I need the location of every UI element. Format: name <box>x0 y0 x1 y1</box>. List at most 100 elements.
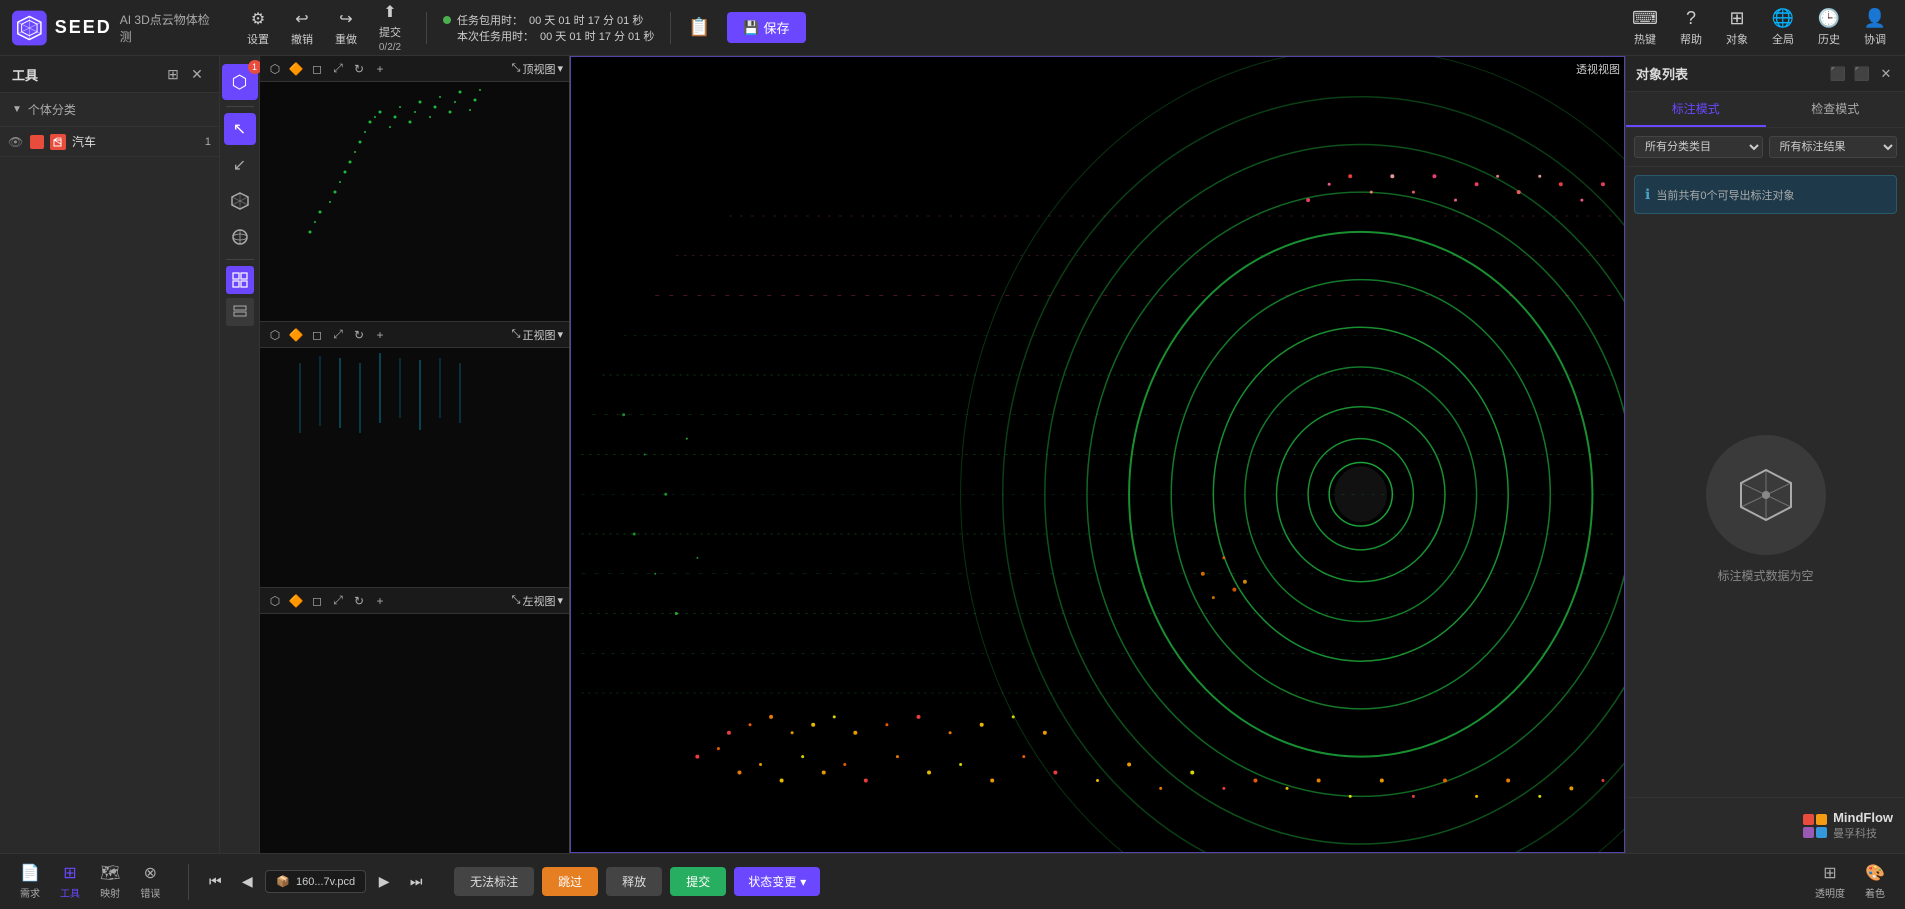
file-icon: 📦 <box>276 875 290 888</box>
top-view-toolbar: ⬡ 🔶 ◻ ⤢ ↻ + ⤡ 顶视图 ▾ <box>260 56 569 82</box>
sphere-tool-button[interactable] <box>224 221 256 253</box>
nav-controls: ⏮ ◀ 📦 160...7v.pcd ▶ ⏭ <box>201 868 430 896</box>
object-list-item[interactable]: 👁 汽车 1 <box>0 127 219 157</box>
fv-box-icon[interactable]: ◻ <box>308 326 326 344</box>
tab-errors[interactable]: ⊗ 错误 <box>132 859 168 904</box>
status-change-button[interactable]: 状态变更 ▾ <box>734 867 820 896</box>
group-tool-button[interactable] <box>226 266 254 294</box>
tab-mapping[interactable]: 🗺 映射 <box>92 859 128 904</box>
nav-last-button[interactable]: ⏭ <box>402 868 430 896</box>
lv-cube-icon[interactable]: ⬡ <box>266 592 284 610</box>
brand-sq-orange <box>1816 814 1827 825</box>
eye-icon[interactable]: 👁 <box>8 135 24 149</box>
save-icon: 💾 <box>743 20 759 36</box>
errors-icon: ⊗ <box>144 863 157 883</box>
close-panel-icon[interactable]: ✕ <box>187 64 207 84</box>
tab-requirements[interactable]: 📄 需求 <box>12 859 48 904</box>
tv-box-icon[interactable]: ◻ <box>308 60 326 78</box>
help-button[interactable]: ? 帮助 <box>1669 4 1713 51</box>
settings-button[interactable]: ⚙ 设置 <box>238 5 278 51</box>
redo-button[interactable]: ↪ 重做 <box>326 5 366 51</box>
file-indicator: 📦 160...7v.pcd <box>265 870 366 893</box>
right-panel-header-icons: ⬛ ⬛ ✕ <box>1829 65 1895 83</box>
fv-add-icon[interactable]: + <box>371 326 389 344</box>
front-view-label-btn[interactable]: ⤡ 正视图 ▾ <box>512 327 563 343</box>
left-view-canvas[interactable] <box>260 614 569 853</box>
cursor-icon: ↖ <box>233 119 246 139</box>
select-tool-button[interactable]: ↖ <box>224 113 256 145</box>
tv-sphere-icon[interactable]: 🔶 <box>287 60 305 78</box>
copy-panel-icon[interactable]: ⊞ <box>163 64 183 84</box>
dropdown-arrow-icon: ▾ <box>800 875 806 889</box>
keyboard-icon: ⌨ <box>1632 8 1658 29</box>
rp-icon-2[interactable]: ⬛ <box>1853 65 1871 83</box>
history-icon: 🕒 <box>1818 8 1840 29</box>
right-panel-tabs: 标注模式 检查模式 <box>1626 92 1905 128</box>
3d-tool-button[interactable] <box>224 185 256 217</box>
front-view-svg <box>260 348 569 587</box>
transparency-button[interactable]: ⊞ 透明度 <box>1807 859 1853 904</box>
tv-refresh-icon[interactable]: ↻ <box>350 60 368 78</box>
no-label-button[interactable]: 无法标注 <box>454 867 534 896</box>
right-bottom-tools: ⊞ 透明度 🎨 着色 <box>1807 859 1893 904</box>
global-button[interactable]: 🌐 全局 <box>1761 4 1805 51</box>
tab-tools[interactable]: ⊞ 工具 <box>52 859 88 904</box>
rp-icon-1[interactable]: ⬛ <box>1829 65 1847 83</box>
collab-button[interactable]: 👤 协调 <box>1853 4 1897 51</box>
left-view-label-btn[interactable]: ⤡ 左视图 ▾ <box>512 593 563 609</box>
view-expand-icon: ⤡ <box>512 62 521 75</box>
tab-check-mode[interactable]: 检查模式 <box>1766 92 1905 127</box>
release-button[interactable]: 释放 <box>606 867 662 896</box>
nav-prev-button[interactable]: ◀ <box>233 868 261 896</box>
right-panel: 对象列表 ⬛ ⬛ ✕ 标注模式 检查模式 所有分类类目 所有标注结果 <box>1625 56 1905 853</box>
category-filter-select[interactable]: 所有分类类目 <box>1634 136 1763 158</box>
brand-sq-red <box>1803 814 1814 825</box>
clipboard-button[interactable]: 📋 <box>679 13 719 42</box>
undo-button[interactable]: ↩ 撤销 <box>282 5 322 51</box>
top-view-canvas[interactable] <box>260 82 569 321</box>
help-icon: ? <box>1686 8 1696 29</box>
tv-add-icon[interactable]: + <box>371 60 389 78</box>
list-tool-button[interactable] <box>226 298 254 326</box>
lv-box-icon[interactable]: ◻ <box>308 592 326 610</box>
keyboard-button[interactable]: ⌨ 热键 <box>1623 4 1667 51</box>
fv-expand-icon[interactable]: ⤢ <box>329 326 347 344</box>
tools-icon: ⊞ <box>63 863 76 883</box>
top-view-label-btn[interactable]: ⤡ 顶视图 ▾ <box>512 61 563 77</box>
close-right-panel-icon[interactable]: ✕ <box>1877 65 1895 83</box>
category-header[interactable]: ▼ 个体分类 <box>0 93 219 127</box>
save-button[interactable]: 💾 保存 <box>727 12 805 43</box>
submit-bottom-button[interactable]: 提交 <box>670 867 726 896</box>
fv-cube-icon[interactable]: ⬡ <box>266 326 284 344</box>
lv-add-icon[interactable]: + <box>371 592 389 610</box>
nav-first-button[interactable]: ⏮ <box>201 868 229 896</box>
lv-sphere-icon[interactable]: 🔶 <box>287 592 305 610</box>
object-label: 汽车 <box>72 133 185 150</box>
top-view-panel: ⬡ 🔶 ◻ ⤢ ↻ + ⤡ 顶视图 ▾ <box>260 56 569 322</box>
fv-refresh-icon[interactable]: ↻ <box>350 326 368 344</box>
lv-refresh-icon[interactable]: ↻ <box>350 592 368 610</box>
front-view-canvas[interactable] <box>260 348 569 587</box>
empty-label-text: 标注模式数据为空 <box>1717 567 1813 584</box>
viewports-container: ⬡ 🔶 ◻ ⤢ ↻ + ⤡ 顶视图 ▾ <box>260 56 1625 853</box>
submit-button-header[interactable]: ⬆ 提交 0/2/2 <box>370 0 410 57</box>
current-time-row: 本次任务用时： 00 天 01 时 17 分 01 秒 <box>443 28 654 44</box>
lv-expand-icon[interactable]: ⤢ <box>329 592 347 610</box>
fv-sphere-icon[interactable]: 🔶 <box>287 326 305 344</box>
tab-label-mode[interactable]: 标注模式 <box>1626 92 1766 127</box>
corner-tool-button[interactable]: ↙ <box>224 149 256 181</box>
result-filter-select[interactable]: 所有标注结果 <box>1769 136 1898 158</box>
tv-expand-icon[interactable]: ⤢ <box>329 60 347 78</box>
active-tool-button[interactable]: ⬡ 1 <box>222 64 258 100</box>
main-3d-view[interactable]: 透视视图 <box>570 56 1625 853</box>
nav-next-button[interactable]: ▶ <box>370 868 398 896</box>
tv-cube-icon[interactable]: ⬡ <box>266 60 284 78</box>
cube-tool-icon: ⬡ <box>232 72 248 93</box>
object-button[interactable]: ⊞ 对象 <box>1715 4 1759 51</box>
history-button[interactable]: 🕒 历史 <box>1807 4 1851 51</box>
bottom-bar: 📄 需求 ⊞ 工具 🗺 映射 ⊗ 错误 ⏮ ◀ 📦 160...7v.pcd ▶… <box>0 853 1905 909</box>
coloring-button[interactable]: 🎨 着色 <box>1857 859 1893 904</box>
submit-icon: ⬆ <box>383 2 396 22</box>
skip-button[interactable]: 跳过 <box>542 867 598 896</box>
info-icon: ℹ <box>1645 186 1650 203</box>
